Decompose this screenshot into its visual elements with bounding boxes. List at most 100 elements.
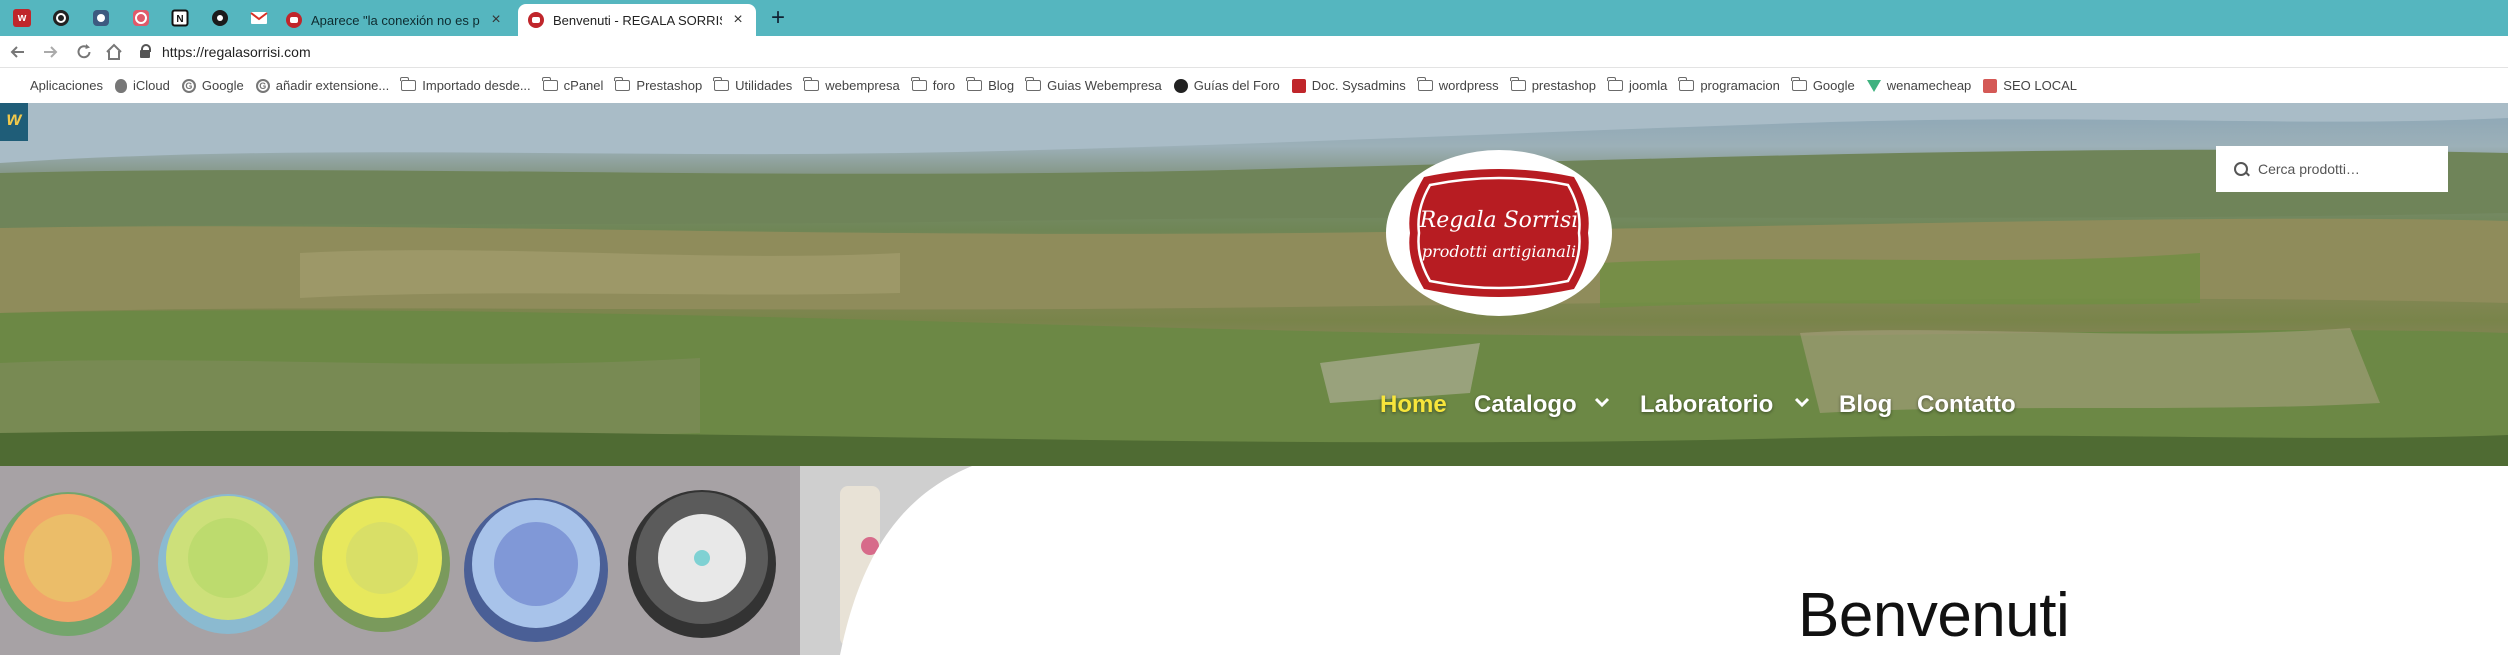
product-search-input[interactable]: Cerca prodotti… xyxy=(2216,146,2448,192)
chevron-down-icon[interactable] xyxy=(1794,392,1810,412)
bookmark-item[interactable]: Guías del Foro xyxy=(1173,78,1280,93)
bookmark-label: Doc. Sysadmins xyxy=(1311,78,1406,93)
webempresa-icon xyxy=(1291,78,1306,93)
arrow-left-icon xyxy=(10,46,24,58)
folder-icon xyxy=(910,77,927,91)
bookmark-item[interactable]: Gañadir extensione... xyxy=(255,78,389,93)
bookmark-label: Utilidades xyxy=(735,78,793,93)
white-curve-overlay xyxy=(840,466,2508,655)
folder-icon xyxy=(966,77,983,91)
url-text: https://regalasorrisi.com xyxy=(162,44,311,60)
site-logo[interactable]: Regala Sorrisi prodotti artigianali xyxy=(1386,150,1612,316)
pinned-tab-gmail[interactable] xyxy=(247,6,271,30)
pinned-tab-6[interactable] xyxy=(208,6,232,30)
close-tab-icon[interactable]: × xyxy=(730,11,746,29)
svg-text:N: N xyxy=(176,14,183,25)
bookmark-item[interactable]: wordpress xyxy=(1416,77,1499,93)
bookmark-label: cPanel xyxy=(563,78,604,93)
tab-title: Aparece "la conexión no es pr xyxy=(311,12,480,28)
bookmark-label: Guias Webempresa xyxy=(1047,78,1162,93)
seo-icon xyxy=(1983,78,1998,93)
bookmark-label: Prestashop xyxy=(636,78,703,93)
bookmark-label: iCloud xyxy=(133,78,170,93)
search-icon xyxy=(2234,162,2248,176)
tab-inactive[interactable]: Aparece "la conexión no es pr × xyxy=(276,4,514,36)
arrow-right-icon xyxy=(44,46,58,58)
nav-blog[interactable]: Blog xyxy=(1839,388,1892,422)
reload-button[interactable] xyxy=(74,42,94,62)
apple-icon xyxy=(115,78,127,93)
nav-laboratorio[interactable]: Laboratorio xyxy=(1640,388,1773,422)
bookmark-label: Google xyxy=(1812,78,1855,93)
bookmark-item[interactable]: G Google xyxy=(181,78,244,93)
folder-icon xyxy=(1509,77,1526,91)
logo-label-shape xyxy=(1409,169,1589,297)
pinned-tab-webempresa[interactable]: w xyxy=(10,6,34,30)
bookmark-label: Importado desde... xyxy=(422,78,531,93)
bookmark-item[interactable]: prestashop xyxy=(1509,77,1596,93)
settings-app-icon xyxy=(133,10,149,26)
bookmark-item[interactable]: wenamecheap xyxy=(1866,78,1972,93)
bookmark-item[interactable]: Utilidades xyxy=(713,77,793,93)
new-tab-button[interactable]: + xyxy=(764,4,792,32)
bookmark-item[interactable]: Guias Webempresa xyxy=(1025,77,1162,93)
chevron-down-icon[interactable] xyxy=(1594,392,1610,412)
back-button[interactable] xyxy=(8,42,28,62)
bookmark-item[interactable]: Aplicaciones xyxy=(10,78,103,93)
pinned-tab-3[interactable] xyxy=(89,6,113,30)
bookmark-label: webempresa xyxy=(825,78,900,93)
site-favicon-icon xyxy=(528,12,544,28)
bookmark-item[interactable]: cPanel xyxy=(541,77,604,93)
logo-subtitle: prodotti artigianali xyxy=(1421,242,1577,261)
bookmark-item[interactable]: Google xyxy=(1790,77,1855,93)
tab-active[interactable]: Benvenuti - REGALA SORRISI × xyxy=(518,4,756,36)
address-bar[interactable]: https://regalasorrisi.com xyxy=(140,40,2500,64)
tab-strip: w N Aparece "la conexión no es pr × Benv… xyxy=(0,0,2508,36)
close-tab-icon[interactable]: × xyxy=(488,11,504,29)
nav-catalogo[interactable]: Catalogo xyxy=(1474,388,1577,422)
folder-icon xyxy=(713,77,730,91)
forward-button[interactable] xyxy=(40,42,60,62)
home-icon xyxy=(106,43,122,60)
bookmark-item[interactable]: webempresa xyxy=(803,77,900,93)
reload-icon xyxy=(77,44,91,59)
bookmark-item[interactable]: Doc. Sysadmins xyxy=(1291,78,1406,93)
pinned-tab-5[interactable]: N xyxy=(168,6,192,30)
bookmark-label: programacion xyxy=(1700,78,1780,93)
nav-home[interactable]: Home xyxy=(1380,388,1447,422)
pinned-tab-2[interactable] xyxy=(49,6,73,30)
site-badge[interactable]: w xyxy=(0,103,28,141)
dark-circle-icon xyxy=(212,10,228,26)
notion-icon: N xyxy=(171,9,189,27)
folder-icon xyxy=(803,77,820,91)
bookmark-item[interactable]: joomla xyxy=(1607,77,1667,93)
pinned-tab-4[interactable] xyxy=(129,6,153,30)
apps-grid-icon xyxy=(10,79,24,93)
bookmark-item[interactable]: foro xyxy=(910,77,956,93)
bookmark-label: Aplicaciones xyxy=(30,78,103,93)
bookmark-label: foro xyxy=(932,78,956,93)
bookmark-label: wenamecheap xyxy=(1886,78,1972,93)
bookmark-item[interactable]: programacion xyxy=(1678,77,1780,93)
bookmark-item[interactable]: SEO LOCAL xyxy=(1983,78,2077,93)
bookmarks-bar: Aplicaciones iCloud G Google Gañadir extensi… xyxy=(0,68,2508,103)
bookmark-label: Google xyxy=(201,78,244,93)
webempresa-icon xyxy=(286,12,302,28)
bookmark-item[interactable]: Prestashop xyxy=(614,77,703,93)
home-button[interactable] xyxy=(104,42,124,62)
hero-banner xyxy=(0,103,2508,466)
landscape-image xyxy=(0,103,2508,466)
nav-contatto[interactable]: Contatto xyxy=(1917,388,2016,422)
google-icon: G xyxy=(255,78,270,93)
page-heading: Benvenuti xyxy=(1798,581,2070,650)
bookmark-item[interactable]: iCloud xyxy=(115,78,170,93)
folder-icon xyxy=(1678,77,1695,91)
logo-title: Regala Sorrisi xyxy=(1419,208,1579,233)
bookmark-label: wordpress xyxy=(1438,78,1499,93)
bookmark-label: Blog xyxy=(988,78,1015,93)
gmail-icon xyxy=(250,12,268,24)
bookmark-item[interactable]: Importado desde... xyxy=(400,77,531,93)
bookmark-item[interactable]: Blog xyxy=(966,77,1015,93)
vue-icon xyxy=(1866,79,1881,92)
folder-icon xyxy=(1790,77,1807,91)
